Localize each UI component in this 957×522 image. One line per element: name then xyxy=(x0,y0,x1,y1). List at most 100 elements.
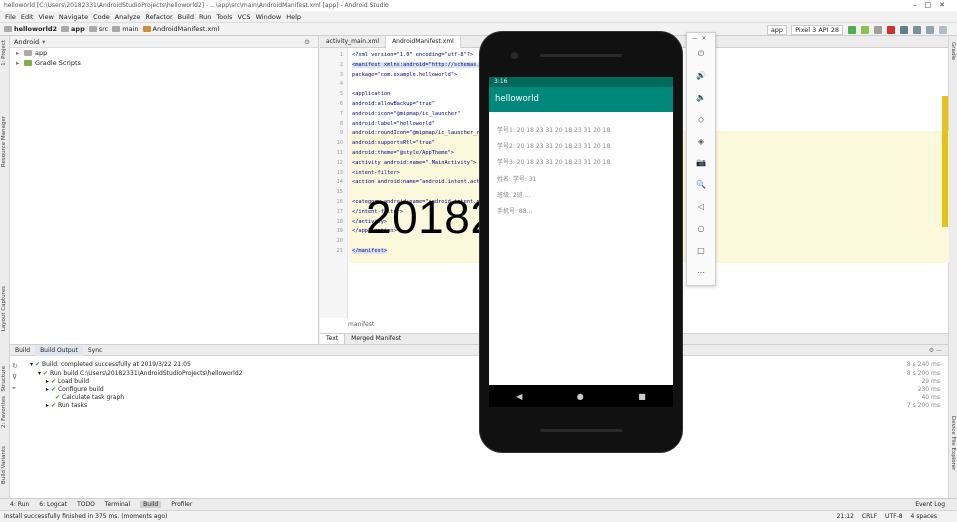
screenshot-icon[interactable]: 📷 xyxy=(687,158,715,167)
menu-view[interactable]: View xyxy=(38,13,53,21)
rotate-left-icon[interactable]: ◇ xyxy=(687,115,715,124)
menu-run[interactable]: Run xyxy=(199,13,211,21)
zoom-icon[interactable]: 🔍 xyxy=(687,180,715,189)
gear-icon[interactable]: ⚙ xyxy=(304,38,314,46)
chevron-right-icon[interactable]: ▸ xyxy=(16,59,24,67)
code-line[interactable]: package="com.example.helloworld"> xyxy=(352,72,457,78)
code-line[interactable]: android:label="helloworld" xyxy=(352,121,435,127)
tab-build-output[interactable]: Build Output xyxy=(35,344,83,356)
build-row[interactable]: ▾ ✔ Build: completed successfully at 2019… xyxy=(30,361,191,368)
window-controls[interactable]: –□✕ xyxy=(913,0,953,11)
back-icon[interactable]: ◁ xyxy=(687,202,715,211)
menu-refactor[interactable]: Refactor xyxy=(145,13,172,21)
code-line[interactable]: android:supportsRtl="true" xyxy=(352,140,435,146)
sdk-manager-icon[interactable] xyxy=(926,26,934,34)
project-view-select[interactable]: Android xyxy=(14,38,39,46)
build-row[interactable]: ▾ ✔ Run build C:\Users\20182331\AndroidSt… xyxy=(38,370,242,377)
rerun-icon[interactable]: ↻ xyxy=(12,361,20,372)
tool-todo[interactable]: TODO xyxy=(77,501,95,508)
pin-icon[interactable]: ⌖ xyxy=(12,383,20,394)
file-encoding[interactable]: UTF-8 xyxy=(885,511,903,522)
code-line[interactable]: android:icon="@mipmap/ic_launcher" xyxy=(352,111,460,117)
menu-help[interactable]: Help xyxy=(286,13,301,21)
build-row[interactable]: ▸ ✔ Run tasks xyxy=(46,402,87,409)
tab-android-manifest[interactable]: AndroidManifest.xml xyxy=(386,35,461,48)
emulator-window-controls[interactable]: —✕ xyxy=(687,35,715,42)
filter-icon[interactable]: ⊽ xyxy=(12,372,20,383)
run-icon[interactable] xyxy=(848,26,856,34)
tool-event-log[interactable]: Event Log xyxy=(915,501,945,508)
editor-breadcrumb[interactable]: manifest xyxy=(348,321,374,328)
tool-build[interactable]: Build xyxy=(140,501,162,508)
crumb-app[interactable]: app xyxy=(61,25,85,33)
line-separator[interactable]: CRLF xyxy=(862,511,877,522)
device-select[interactable]: Pixel 3 API 28 xyxy=(791,25,843,35)
crumb-manifest[interactable]: AndroidManifest.xml xyxy=(142,25,219,33)
volume-down-icon[interactable]: 🔉 xyxy=(687,93,715,102)
tab-device-file-explorer[interactable]: Device File Explorer xyxy=(950,416,956,470)
menu-analyze[interactable]: Analyze xyxy=(115,13,141,21)
crumb-src[interactable]: src xyxy=(88,25,108,33)
tool-logcat[interactable]: 6: Logcat xyxy=(39,501,67,508)
run-config-select[interactable]: app xyxy=(766,25,788,35)
tab-structure[interactable]: Structure xyxy=(1,366,7,392)
code-line[interactable]: android:roundIcon="@mipmap/ic_launcher_r… xyxy=(352,130,496,136)
tab-project[interactable]: 1: Project xyxy=(1,40,7,66)
tree-item-gradle-scripts[interactable]: ▸ Gradle Scripts xyxy=(10,58,318,68)
code-line[interactable]: android:theme="@style/AppTheme"> xyxy=(352,150,454,156)
tab-sync[interactable]: Sync xyxy=(83,345,107,356)
build-row[interactable]: ▸ ✔ Load build xyxy=(46,378,89,385)
chevron-right-icon[interactable]: ▸ xyxy=(16,49,24,57)
menu-edit[interactable]: Edit xyxy=(21,13,34,21)
profile-icon[interactable] xyxy=(874,26,882,34)
menu-window[interactable]: Window xyxy=(256,13,282,21)
caret-position[interactable]: 21:12 xyxy=(837,511,854,522)
code-line[interactable]: <?xml version="1.0" encoding="utf-8"?> xyxy=(352,52,473,58)
tab-gradle[interactable]: Gradle xyxy=(950,42,956,60)
power-icon[interactable]: ⏻ xyxy=(687,49,715,59)
overview-icon[interactable]: □ xyxy=(687,246,715,255)
more-icon[interactable]: ⋯ xyxy=(687,268,715,277)
phone-screen[interactable]: 3:16 helloworld 学号1: 20 18 23 31 20 18 2… xyxy=(489,77,673,407)
code-line[interactable]: <application xyxy=(352,91,390,97)
tab-resource-manager[interactable]: Resource Manager xyxy=(1,116,7,167)
code-line[interactable]: <activity android:name=".MainActivity"> xyxy=(352,160,476,166)
menu-file[interactable]: File xyxy=(5,13,16,21)
code-line[interactable]: <intent-filter> xyxy=(352,170,400,176)
recents-icon[interactable]: ■ xyxy=(638,392,646,401)
code-line[interactable]: android:allowBackup="true" xyxy=(352,101,435,107)
home-icon[interactable]: ● xyxy=(577,392,584,401)
tab-activity-main[interactable]: activity_main.xml xyxy=(320,35,387,48)
tree-item-app[interactable]: ▸ app xyxy=(10,48,318,58)
menu-code[interactable]: Code xyxy=(93,13,110,21)
back-icon[interactable]: ◀ xyxy=(516,392,522,401)
rotate-right-icon[interactable]: ◈ xyxy=(687,137,715,146)
tab-build[interactable]: Build xyxy=(10,345,35,356)
tool-run[interactable]: 4: Run xyxy=(10,501,29,508)
menu-vcs[interactable]: VCS xyxy=(237,13,250,21)
code-line[interactable]: </manifest> xyxy=(352,248,388,254)
chevron-down-icon[interactable]: ▾ xyxy=(42,38,45,46)
menu-navigate[interactable]: Navigate xyxy=(59,13,88,21)
volume-up-icon[interactable]: 🔊 xyxy=(687,71,715,80)
gear-icon[interactable]: ⚙ — xyxy=(929,347,942,354)
build-row[interactable]: ▸ ✔ Configure build xyxy=(46,386,104,393)
avd-manager-icon[interactable] xyxy=(913,26,921,34)
indent-setting[interactable]: 4 spaces xyxy=(911,511,937,522)
tab-text[interactable]: Text xyxy=(320,334,346,344)
crumb-project[interactable]: helloworld2 xyxy=(4,25,57,33)
search-icon[interactable] xyxy=(939,26,947,34)
crumb-main[interactable]: main xyxy=(112,25,139,33)
menu-tools[interactable]: Tools xyxy=(216,13,232,21)
tab-merged-manifest[interactable]: Merged Manifest xyxy=(345,334,407,344)
menu-build[interactable]: Build xyxy=(178,13,194,21)
home-icon[interactable]: ○ xyxy=(687,224,715,233)
tab-build-variants[interactable]: Build Variants xyxy=(1,446,7,484)
tab-layout-captures[interactable]: Layout Captures xyxy=(1,286,7,331)
tab-favorites[interactable]: 2: Favorites xyxy=(1,396,7,428)
status-message[interactable]: Install successfully finished in 375 ms.… xyxy=(4,513,167,520)
tool-profiler[interactable]: Profiler xyxy=(171,501,192,508)
build-row[interactable]: ✔ Calculate task graph xyxy=(55,394,124,401)
debug-icon[interactable] xyxy=(861,26,869,34)
tool-terminal[interactable]: Terminal xyxy=(105,501,130,508)
